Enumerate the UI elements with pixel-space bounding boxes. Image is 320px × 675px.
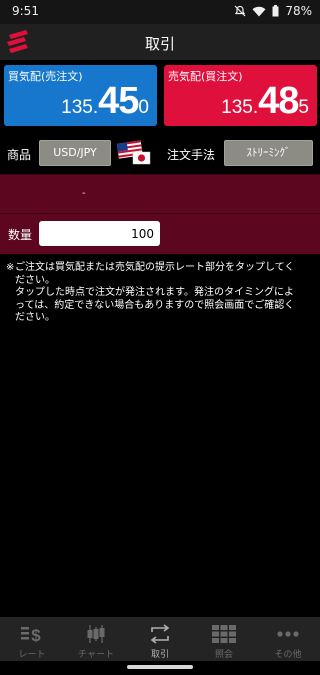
nav-trade-label: 取引: [150, 650, 169, 660]
product-select[interactable]: USD/JPY: [39, 140, 111, 166]
notice-line: タップした時点で注文が発注されます。発注のタイミングによ: [15, 287, 294, 298]
order-notice: ※ ご注文は買気配または売気配の提示レート部分をタップしてく ださい。 タップし…: [6, 262, 316, 325]
notice-line: っては、約定できない場合もありますので照会画面でご確認く: [15, 299, 295, 311]
bottom-nav: $ レート チャート 取引 照会 その他: [0, 617, 320, 661]
bid-price-prefix: 135.: [61, 97, 99, 118]
more-icon: [277, 631, 299, 637]
nav-chart-label: チャート: [78, 650, 114, 660]
info-band: -: [0, 174, 320, 214]
nav-more-label: その他: [274, 650, 302, 660]
order-method-label: 注文手法: [167, 148, 216, 162]
bid-price-pips: 45: [98, 80, 139, 122]
battery-percent: 78%: [285, 4, 312, 18]
nav-chart[interactable]: チャート: [64, 617, 128, 661]
quantity-input[interactable]: [39, 221, 160, 246]
nav-more[interactable]: その他: [256, 617, 320, 661]
nav-inquiry[interactable]: 照会: [192, 617, 256, 661]
chart-icon: [87, 625, 105, 643]
home-indicator[interactable]: [127, 665, 193, 669]
bid-price-fraction: 0: [138, 97, 149, 118]
ask-price-prefix: 135.: [221, 97, 259, 118]
order-method-select[interactable]: ｽﾄﾘｰﾐﾝｸﾞ: [224, 140, 313, 166]
notice-text: ご注文は買気配または売気配の提示レート部分をタップしてく ださい。 タップした時…: [6, 262, 316, 325]
nav-trade[interactable]: 取引: [128, 617, 192, 661]
system-nav-bar: [0, 661, 320, 675]
bid-price: 135.450: [61, 80, 149, 123]
status-bar: 9:51 78%: [0, 0, 320, 24]
status-time: 9:51: [12, 4, 39, 18]
notice-mark: ※: [6, 262, 15, 273]
page-title: 取引: [144, 35, 175, 53]
ask-price-pips: 48: [258, 80, 299, 122]
nav-inquiry-label: 照会: [214, 650, 233, 660]
svg-text:$: $: [31, 626, 41, 645]
notice-line: ださい。: [15, 312, 55, 323]
ask-price-fraction: 5: [298, 97, 309, 118]
quantity-label: 数量: [8, 228, 33, 242]
app-header: 取引: [0, 24, 320, 60]
usd-jpy-flag-icon: [116, 139, 152, 167]
mute-icon: [234, 5, 246, 17]
nav-rate[interactable]: $ レート: [0, 617, 64, 661]
notice-line: ださい。: [15, 274, 55, 286]
wifi-icon: [252, 6, 266, 17]
bid-quote-button[interactable]: 買気配(売注文) 135.450: [4, 65, 157, 126]
info-band-value: -: [82, 188, 86, 199]
nav-rate-label: レート: [18, 650, 46, 660]
notice-line: ご注文は買気配または売気配の提示レート部分をタップしてく: [15, 262, 295, 273]
product-label: 商品: [7, 148, 32, 162]
ask-price: 135.485: [221, 80, 309, 123]
ask-quote-button[interactable]: 売気配(買注文) 135.485: [164, 65, 317, 126]
trade-icon: [150, 624, 170, 644]
battery-icon: [272, 5, 279, 17]
rate-icon: $: [21, 626, 41, 645]
inquiry-icon: [212, 625, 236, 643]
status-icons: 78%: [234, 4, 312, 18]
